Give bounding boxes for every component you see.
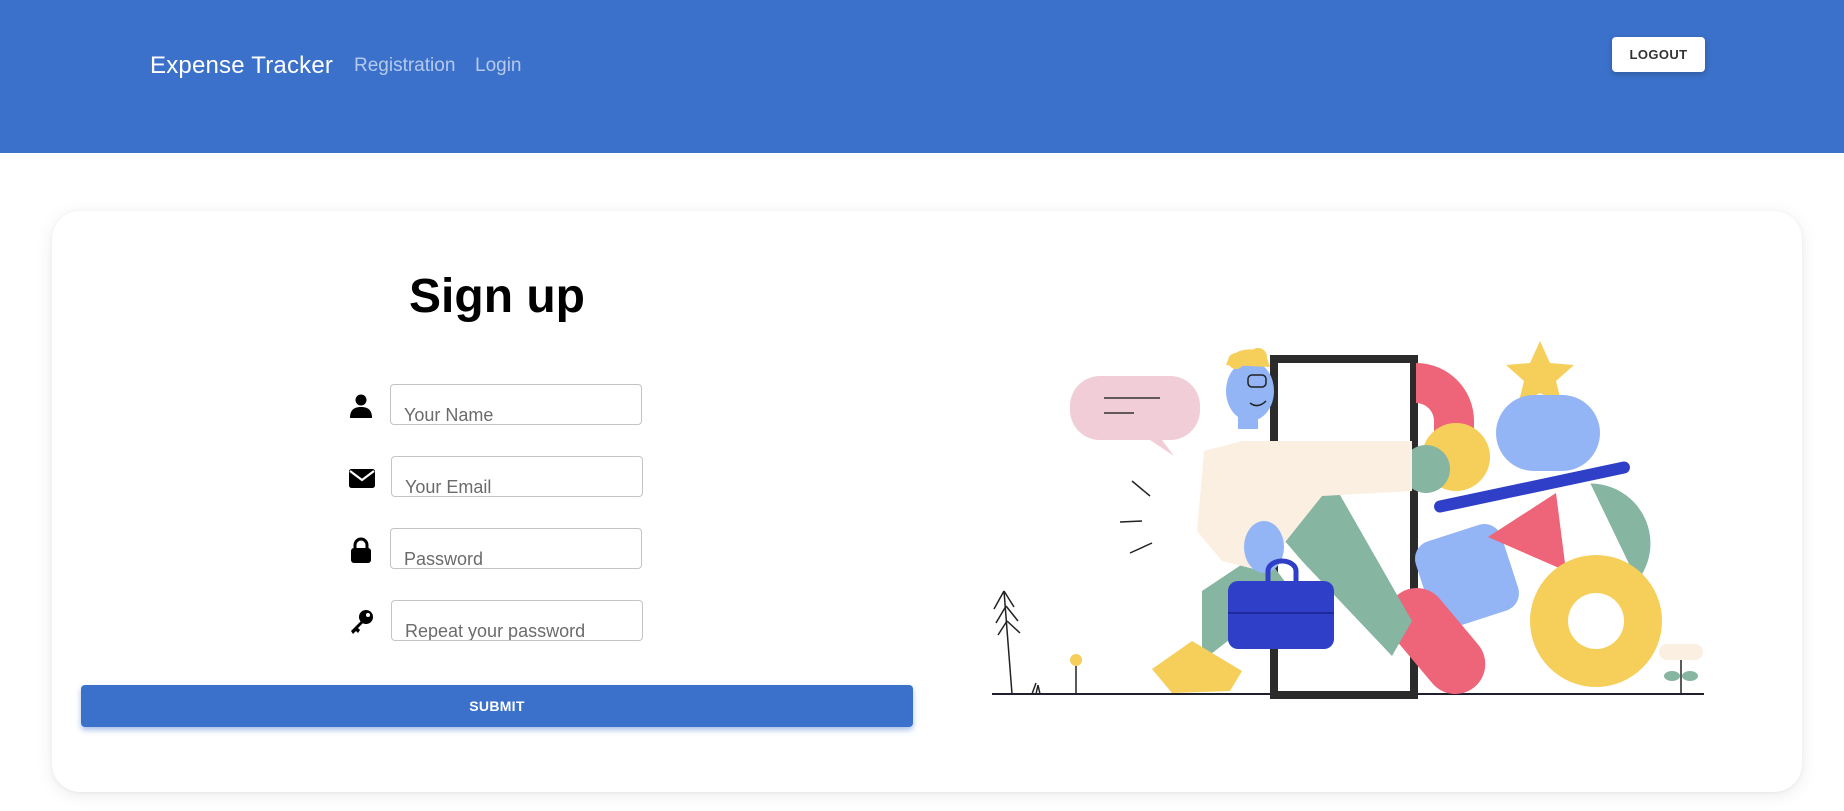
- speech-bubble-icon: [1070, 376, 1200, 456]
- repeat-password-input[interactable]: [391, 600, 643, 641]
- brand-title[interactable]: Expense Tracker: [150, 52, 333, 80]
- key-icon: [351, 610, 373, 634]
- man-opening-door-illustration: [992, 341, 1704, 699]
- top-navbar: Expense Tracker Registration Login LOGOU…: [0, 0, 1844, 153]
- envelope-icon: [349, 469, 375, 488]
- nav-link-login[interactable]: Login: [475, 55, 522, 77]
- submit-button[interactable]: SUBMIT: [81, 685, 913, 727]
- signup-card: Sign up SUBMIT: [52, 211, 1802, 792]
- logout-button[interactable]: LOGOUT: [1612, 37, 1705, 72]
- password-input[interactable]: [390, 528, 642, 569]
- plant-icon: [993, 590, 1041, 695]
- email-input[interactable]: [391, 456, 643, 497]
- nav-link-registration[interactable]: Registration: [354, 55, 455, 77]
- lock-icon: [351, 537, 371, 563]
- person-icon: [350, 394, 372, 418]
- page-title: Sign up: [409, 270, 585, 323]
- name-input[interactable]: [390, 384, 642, 425]
